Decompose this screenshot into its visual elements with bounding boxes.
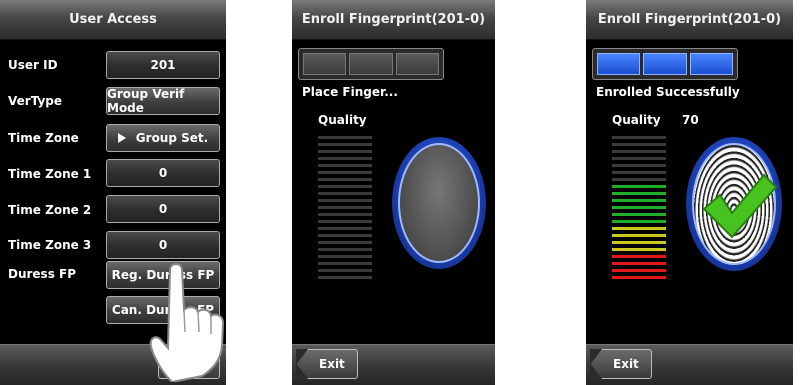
quality-meter-bar <box>318 185 372 188</box>
user-id-value: 201 <box>150 58 176 72</box>
quality-meter-bar <box>318 199 372 202</box>
quality-meter-bar <box>318 178 372 181</box>
user-access-screen: User Access User ID 201 VerType Group Ve… <box>0 0 226 385</box>
user-id-field[interactable]: 201 <box>106 51 220 79</box>
progress-step-2 <box>643 53 687 75</box>
enroll-title-bar: Enroll Fingerprint(201-0) <box>586 0 793 40</box>
quality-meter-bar <box>318 150 372 153</box>
quality-meter-bar <box>318 262 372 265</box>
enroll-progress <box>592 48 738 80</box>
quality-label: Quality <box>612 113 661 127</box>
enroll-status: Place Finger... <box>302 85 398 99</box>
quality-meter-bar <box>318 234 372 237</box>
enroll-title-bar: Enroll Fingerprint(201-0) <box>292 0 495 40</box>
quality-meter-bar <box>612 206 666 209</box>
quality-meter-bar <box>318 220 372 223</box>
quality-meter-bar <box>612 136 666 139</box>
check-mark-icon <box>702 173 778 239</box>
time-zone-3-label: Time Zone 3 <box>8 238 92 252</box>
time-zone-1-field[interactable]: 0 <box>106 159 220 187</box>
enroll-status: Enrolled Successfully <box>596 85 740 99</box>
quality-meter-bar <box>612 164 666 167</box>
progress-step-2 <box>349 53 393 75</box>
quality-meter-bar <box>318 192 372 195</box>
exit-label: Exit <box>613 357 639 371</box>
quality-meter-bar <box>612 157 666 160</box>
quality-meter-bar <box>318 213 372 216</box>
page-title: Enroll Fingerprint(201-0) <box>597 12 782 27</box>
quality-meter-bar <box>318 143 372 146</box>
time-zone-2-field[interactable]: 0 <box>106 195 220 223</box>
fingerprint-icon <box>702 173 778 239</box>
quality-meter-bar <box>612 269 666 272</box>
time-zone-button[interactable]: Group Set. <box>106 124 220 152</box>
quality-meter-bar <box>318 269 372 272</box>
time-zone-3-field[interactable]: 0 <box>106 231 220 259</box>
quality-meter-bar <box>318 276 372 279</box>
quality-label: Quality <box>318 113 367 127</box>
quality-meter-bar <box>612 262 666 265</box>
time-zone-label: Time Zone <box>8 131 79 145</box>
user-id-label: User ID <box>8 58 58 72</box>
quality-meter <box>612 136 666 283</box>
quality-value: 70 <box>682 113 699 127</box>
quality-meter <box>318 136 372 283</box>
progress-step-1 <box>303 53 347 75</box>
quality-meter-bar <box>612 143 666 146</box>
progress-step-3 <box>689 53 733 75</box>
time-zone-3-value: 0 <box>158 238 168 252</box>
quality-meter-bar <box>318 171 372 174</box>
quality-meter-bar <box>318 206 372 209</box>
vertype-label: VerType <box>8 94 62 108</box>
fingerprint-sensor <box>686 137 782 271</box>
quality-meter-bar <box>318 227 372 230</box>
time-zone-1-value: 0 <box>158 166 168 180</box>
quality-meter-bar <box>612 248 666 251</box>
play-arrow-icon <box>117 133 126 143</box>
time-zone-value: Group Set. <box>135 131 209 145</box>
enroll-success-screen: Enroll Fingerprint(201-0) Enrolled Succe… <box>586 0 793 385</box>
quality-meter-bar <box>612 185 666 188</box>
quality-meter-bar <box>612 234 666 237</box>
quality-meter-bar <box>318 164 372 167</box>
quality-meter-bar <box>318 157 372 160</box>
quality-meter-bar <box>318 248 372 251</box>
enroll-progress <box>298 48 444 80</box>
quality-meter-bar <box>612 227 666 230</box>
quality-meter-bar <box>318 255 372 258</box>
progress-step-3 <box>395 53 439 75</box>
quality-meter-bar <box>612 213 666 216</box>
exit-button[interactable]: Exit <box>296 349 358 379</box>
time-zone-1-label: Time Zone 1 <box>8 167 92 181</box>
enroll-place-finger-screen: Enroll Fingerprint(201-0) Place Finger..… <box>292 0 495 385</box>
vertype-value: Group Verif Mode <box>107 87 185 115</box>
quality-meter-bar <box>318 136 372 139</box>
vertype-button[interactable]: Group Verif Mode <box>106 87 220 115</box>
quality-meter-bar <box>612 220 666 223</box>
exit-button[interactable]: Exit <box>590 349 652 379</box>
quality-meter-bar <box>318 241 372 244</box>
time-zone-2-label: Time Zone 2 <box>8 203 92 217</box>
pointing-hand-icon <box>149 263 225 382</box>
progress-step-1 <box>597 53 641 75</box>
quality-meter-bar <box>612 192 666 195</box>
page-title: User Access <box>69 12 157 27</box>
fingerprint-sensor <box>392 137 486 269</box>
quality-meter-bar <box>612 171 666 174</box>
user-access-title-bar: User Access <box>0 0 226 40</box>
quality-meter-bar <box>612 150 666 153</box>
quality-meter-bar <box>612 276 666 279</box>
exit-label: Exit <box>319 357 345 371</box>
quality-meter-bar <box>612 199 666 202</box>
page-title: Enroll Fingerprint(201-0) <box>301 12 486 27</box>
quality-meter-bar <box>612 178 666 181</box>
time-zone-2-value: 0 <box>158 202 168 216</box>
duress-fp-label: Duress FP <box>8 267 77 281</box>
quality-meter-bar <box>612 241 666 244</box>
quality-meter-bar <box>612 255 666 258</box>
